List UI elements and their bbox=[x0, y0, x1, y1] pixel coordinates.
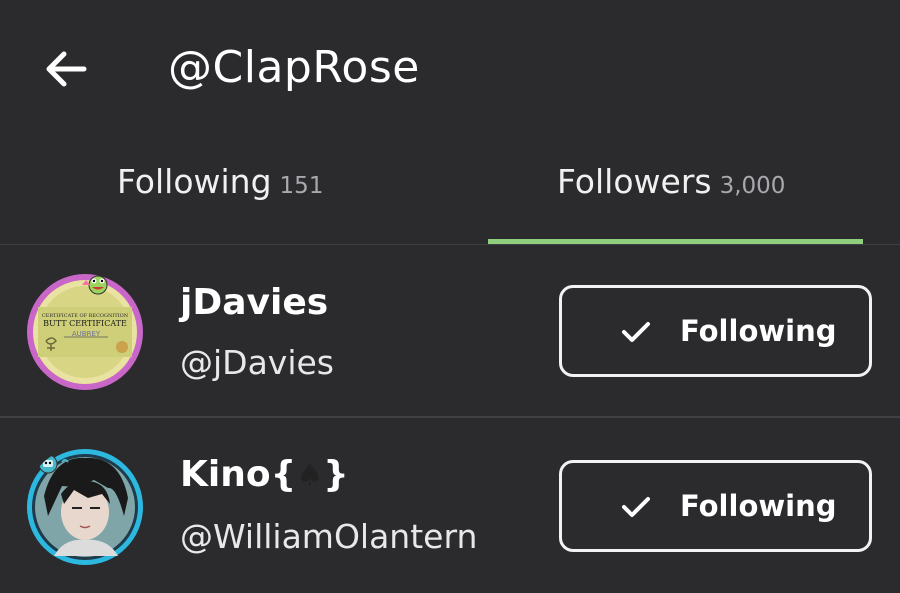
avatar-certificate-title: BUTT CERTIFICATE bbox=[43, 319, 127, 328]
tab-count: 151 bbox=[279, 173, 324, 199]
tab-count: 3,000 bbox=[719, 173, 786, 199]
follower-name[interactable]: jDavies bbox=[180, 280, 328, 326]
tab-label: Followers bbox=[557, 162, 712, 201]
tab-bar: Following 151 Followers 3,000 bbox=[0, 140, 900, 245]
page-title: @ClapRose bbox=[168, 42, 420, 93]
follower-name-prefix: Kino{ bbox=[180, 454, 297, 495]
following-button[interactable]: Following bbox=[559, 460, 872, 552]
avatar[interactable] bbox=[24, 446, 146, 568]
tab-following[interactable]: Following 151 bbox=[0, 140, 450, 244]
avatar[interactable]: CERTIFICATE OF RECOGNITION BUTT CERTIFIC… bbox=[24, 271, 146, 393]
arrow-left-icon bbox=[46, 51, 87, 87]
top-bar: @ClapRose bbox=[0, 0, 900, 140]
follower-name[interactable]: Kino{♠} bbox=[180, 452, 349, 499]
checkmark-icon bbox=[622, 497, 650, 517]
tab-followers-content: Followers 3,000 bbox=[488, 162, 863, 201]
following-button-label: Following bbox=[680, 489, 837, 523]
tab-followers[interactable]: Followers 3,000 bbox=[488, 140, 863, 244]
follower-handle: @WilliamOlantern bbox=[180, 517, 478, 556]
tab-label: Following bbox=[117, 162, 272, 201]
follower-name-suffix: } bbox=[323, 454, 349, 495]
follower-row[interactable]: CERTIFICATE OF RECOGNITION BUTT CERTIFIC… bbox=[0, 245, 900, 418]
following-button-label: Following bbox=[680, 314, 837, 348]
follower-handle: @jDavies bbox=[180, 343, 334, 382]
back-button[interactable] bbox=[40, 46, 90, 92]
checkmark-icon bbox=[622, 322, 650, 342]
spade-icon: ♠ bbox=[296, 458, 324, 493]
follower-row[interactable]: Kino{♠} @WilliamOlantern Following bbox=[0, 418, 900, 593]
tab-following-content: Following 151 bbox=[0, 162, 450, 201]
avatar-certificate-name: AUBREY bbox=[72, 330, 101, 338]
active-tab-indicator bbox=[488, 239, 863, 244]
following-button[interactable]: Following bbox=[559, 285, 872, 377]
